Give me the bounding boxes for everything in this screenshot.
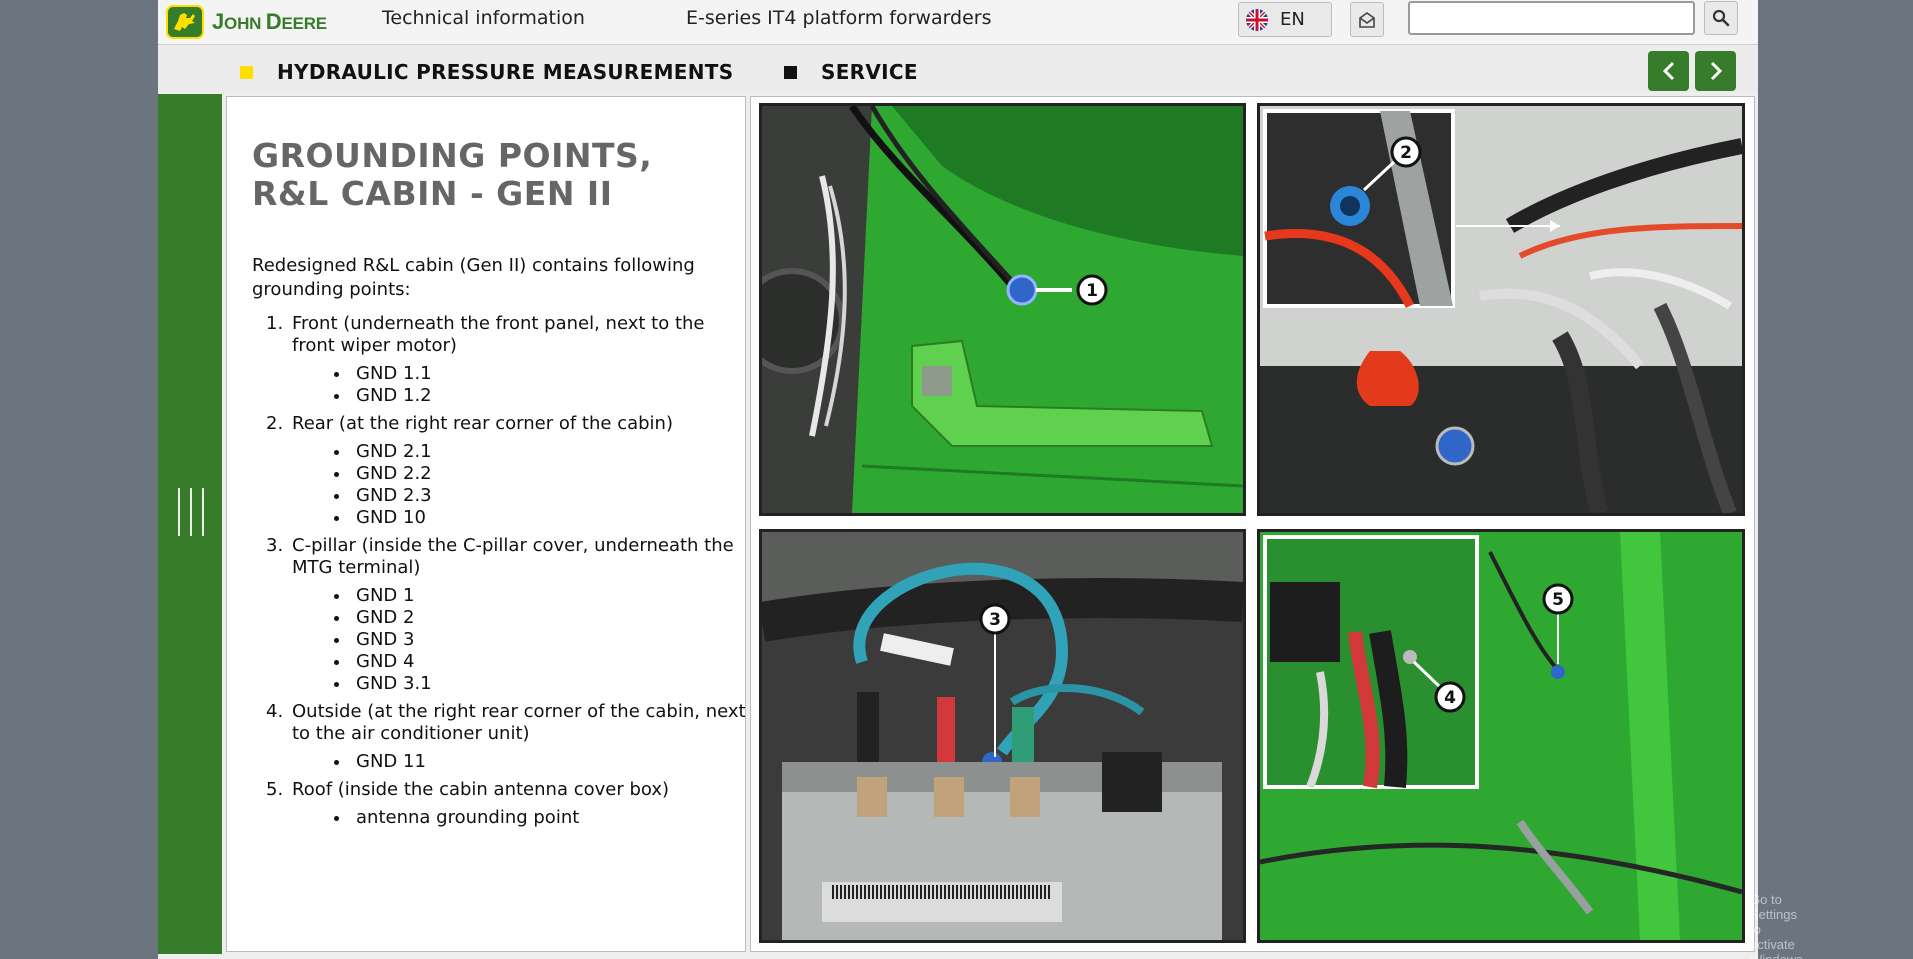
callout-3: 3 [989,610,1001,630]
sidebar-handle-icon[interactable] [178,488,204,536]
breadcrumb-marker [240,65,253,79]
list-item: 2. Rear (at the right rear corner of the… [252,413,752,529]
sub-item: GND 11 [334,751,752,773]
intro-text: Redesigned R&L cabin (Gen II) contains f… [252,255,695,300]
photo-front-grounding[interactable]: 1 [756,100,1249,519]
previous-page-button[interactable] [1648,51,1689,91]
top-bar: JOHN DEERE Technical information E-serie… [158,0,1758,45]
callout-5: 5 [1552,590,1564,610]
uk-flag-icon [1246,8,1268,31]
side-panel [158,94,222,954]
deer-logo-icon [166,5,204,39]
breadcrumb-marker [784,65,797,79]
callout-2: 2 [1400,143,1412,163]
list-item: 5. Roof (inside the cabin antenna cover … [252,779,752,829]
sub-item: GND 2.1 [334,441,752,463]
sub-item: GND 3.1 [334,673,752,695]
search-icon [1712,9,1730,27]
next-page-button[interactable] [1695,51,1736,91]
mail-button[interactable] [1350,2,1384,37]
text-panel: GROUNDING POINTS, R&L CABIN - GEN II Red… [226,96,746,952]
breadcrumb-label: SERVICE [821,60,918,84]
app-window: JOHN DEERE Technical information E-serie… [158,0,1806,959]
breadcrumb-hydraulic-pressure[interactable]: HYDRAULIC PRESSURE MEASUREMENTS [240,60,733,84]
language-label: EN [1280,9,1305,30]
list-item: 1. Front (underneath the front panel, ne… [252,313,752,407]
sub-item: antenna grounding point [334,807,752,829]
chevron-right-icon [1710,61,1722,81]
photo-outside-roof-grounding[interactable]: 5 4 [1254,526,1748,946]
search-input[interactable] [1408,1,1695,35]
breadcrumb-label: HYDRAULIC PRESSURE MEASUREMENTS [277,60,734,84]
list-item: 3. C-pillar (inside the C-pillar cover, … [252,535,752,695]
windows-activation-watermark: Go to Settings to activate Windows. [1750,892,1806,959]
sub-item: GND 2.3 [334,485,752,507]
callout-4: 4 [1444,688,1456,708]
photo-rear-grounding[interactable]: 2 [1254,100,1748,519]
photo-c-pillar-grounding[interactable]: 3 [756,526,1249,946]
sub-item: GND 1.2 [334,385,752,407]
mail-icon [1359,11,1375,28]
product-line-title: E-series IT4 platform forwarders [686,7,992,29]
breadcrumb-service[interactable]: SERVICE [784,60,918,84]
brand-name: JOHN DEERE [212,9,327,34]
sub-item: GND 10 [334,507,752,529]
language-button[interactable]: EN [1238,2,1332,37]
sub-item: GND 1 [334,585,752,607]
sub-item: GND 3 [334,629,752,651]
grounding-points-list: 1. Front (underneath the front panel, ne… [252,313,752,835]
sub-item: GND 1.1 [334,363,752,385]
page-title: GROUNDING POINTS, R&L CABIN - GEN II [252,136,653,213]
chevron-left-icon [1662,61,1674,81]
search-button[interactable] [1704,1,1738,35]
sub-item: GND 4 [334,651,752,673]
list-item: 4. Outside (at the right rear corner of … [252,701,752,773]
sub-item: GND 2.2 [334,463,752,485]
callout-1: 1 [1086,281,1098,301]
john-deere-logo[interactable]: JOHN DEERE [166,3,327,41]
sub-item: GND 2 [334,607,752,629]
photo-grid: 1 2 3 5 4 [750,96,1755,952]
section-bar: HYDRAULIC PRESSURE MEASUREMENTS SERVICE [158,46,1758,93]
technical-information-link[interactable]: Technical information [382,7,585,29]
